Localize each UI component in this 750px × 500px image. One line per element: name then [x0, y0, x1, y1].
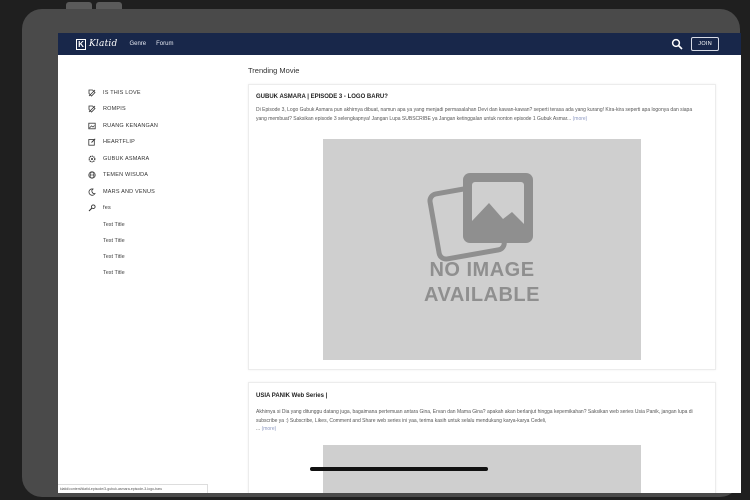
sidebar-item-label: IS THIS LOVE [103, 90, 141, 96]
sidebar-item-heartflip[interactable]: HEARTFLIP [88, 137, 135, 147]
post-excerpt: Di Episode 3, Logo Gubuk Asmara pun akhi… [256, 107, 693, 122]
sidebar-item-label: TEMEN WISUDA [103, 172, 149, 178]
sidebar-item-gubuk-asmara[interactable]: GUBUK ASMARA [88, 154, 149, 164]
sidebar-item-mars-and-venus[interactable]: MARS AND VENUS [88, 187, 155, 197]
post-title[interactable]: USIA PANIK Web Series | [256, 393, 327, 399]
sidebar-item-rompis[interactable]: ROMPIS [88, 104, 126, 114]
sidebar-item-label: GUBUK ASMARA [103, 156, 150, 162]
sidebar: IS THIS LOVE ROMPIS RUANG KENANGAN HEART… [58, 55, 238, 493]
moon-icon [88, 188, 96, 196]
no-image-text-line: NO IMAGE [429, 259, 535, 281]
home-indicator[interactable] [310, 467, 488, 471]
edit-icon [88, 138, 96, 146]
tablet-frame: K Klatid Genre Forum JOIN IS THIS LOVE R… [22, 9, 741, 497]
sidebar-sub-item[interactable]: Test Title [103, 254, 125, 260]
sidebar-item-temen-wisuda[interactable]: TEMEN WISUDA [88, 170, 148, 180]
tag-icon [88, 105, 96, 113]
gear-icon [88, 155, 96, 163]
search-icon[interactable] [671, 38, 683, 50]
post-title[interactable]: GUBUK ASMARA | EPISODE 3 - LOGO BARU? [256, 94, 388, 100]
sidebar-item-ruang-kenangan[interactable]: RUANG KENANGAN [88, 121, 158, 131]
section-title: Trending Movie [248, 66, 300, 75]
tag-icon [88, 89, 96, 97]
sidebar-item-label: ROMPIS [103, 106, 126, 112]
wrench-icon [88, 204, 96, 212]
post-description: Di Episode 3, Logo Gubuk Asmara pun akhi… [256, 106, 701, 123]
post-description: Akhirnya si Dia yang ditunggu datang jug… [256, 408, 711, 434]
sidebar-item-label: RUANG KENANGAN [103, 123, 159, 129]
join-button[interactable]: JOIN [691, 37, 719, 51]
sidebar-item-label: fes [103, 205, 111, 211]
nav-link-genre[interactable]: Genre [129, 41, 146, 47]
post-excerpt: Akhirnya si Dia yang ditunggu datang jug… [256, 409, 693, 424]
photo-placeholder-icon [427, 173, 533, 262]
sidebar-sub-item[interactable]: Test Title [103, 222, 125, 228]
sidebar-item-label: HEARTFLIP [103, 139, 135, 145]
status-bar-url: klatid/content/klatid-episode/3-gubuk-as… [58, 484, 208, 493]
no-image-text-line: AVAILABLE [424, 284, 540, 306]
globe-icon [88, 171, 96, 179]
logo-text: Klatid [89, 39, 118, 49]
ellipsis-text: ... [256, 426, 261, 432]
sidebar-sub-item[interactable]: Test Title [103, 238, 125, 244]
sidebar-item-is-this-love[interactable]: IS THIS LOVE [88, 88, 141, 98]
sidebar-item-fes[interactable]: fes [88, 203, 111, 213]
post-card: GUBUK ASMARA | EPISODE 3 - LOGO BARU? Di… [248, 84, 716, 370]
top-navbar: K Klatid Genre Forum JOIN [58, 33, 741, 55]
more-link[interactable]: (more) [262, 426, 277, 432]
nav-link-forum[interactable]: Forum [156, 41, 173, 47]
logo-mark: K [76, 38, 86, 50]
browser-screen: K Klatid Genre Forum JOIN IS THIS LOVE R… [58, 33, 741, 493]
sidebar-item-label: MARS AND VENUS [103, 189, 156, 195]
post-card: USIA PANIK Web Series | Akhirnya si Dia … [248, 382, 716, 493]
no-image-placeholder: NO IMAGE AVAILABLE [323, 139, 641, 360]
more-link[interactable]: (more) [573, 116, 588, 122]
sidebar-sub-item[interactable]: Test Title [103, 270, 125, 276]
image-icon [88, 122, 96, 130]
site-logo[interactable]: K Klatid [76, 38, 118, 50]
